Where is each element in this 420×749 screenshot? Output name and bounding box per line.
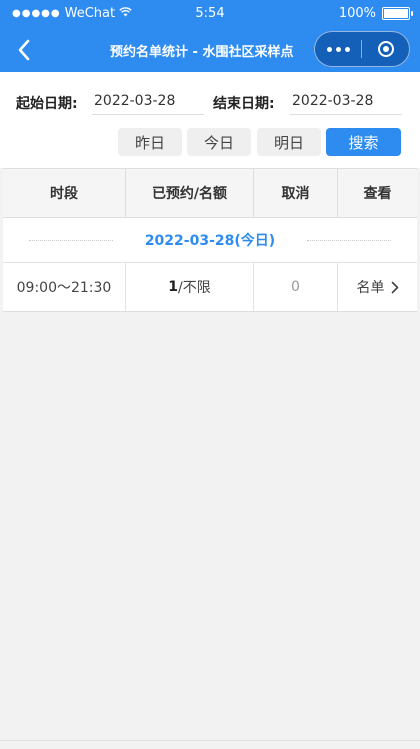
battery-fill: [384, 9, 408, 18]
divider-line-left: [29, 240, 113, 241]
battery-percent: 100%: [338, 6, 376, 21]
header-view: 查看: [363, 186, 392, 202]
tomorrow-button[interactable]: 明日: [257, 128, 321, 156]
more-dot: [344, 46, 350, 52]
app-root: ●●●●● WeChat 5:54 100% 预约名单统计 - 水围社区采样点: [0, 0, 420, 749]
date-filter-panel: 起始日期: 结束日期: 昨日 今日 明日 搜索: [0, 72, 420, 168]
nav-bar: 预约名单统计 - 水围社区采样点: [0, 28, 420, 72]
divider-line-right: [307, 240, 391, 241]
start-date-input[interactable]: [92, 88, 204, 115]
search-button[interactable]: 搜索: [326, 128, 401, 156]
date-group-label: 2022-03-28(今日): [144, 233, 276, 249]
reservation-table: 时段 已预约/名额 取消 查看 2022-03-28(今日) 09:00～21:…: [3, 168, 417, 312]
header-cancel: 取消: [254, 169, 338, 217]
end-date-label: 结束日期:: [213, 96, 275, 112]
table-header: 时段 已预约/名额 取消 查看: [3, 168, 417, 218]
period-cell: 09:00～21:30: [3, 263, 126, 311]
status-right: 100%: [338, 6, 413, 21]
table-row: 09:00～21:30 1/不限 0 名单: [3, 262, 417, 312]
target-circle-icon: [377, 41, 394, 57]
back-button[interactable]: [10, 36, 38, 64]
more-dots-icon: [326, 46, 332, 52]
view-list-link[interactable]: 名单: [338, 263, 417, 311]
booked-quota-cell: 1/不限: [126, 263, 254, 311]
page-title: 预约名单统计 - 水围社区采样点: [110, 45, 294, 60]
chevron-left-icon: [18, 39, 30, 61]
mini-program-capsule: [314, 31, 410, 67]
battery-icon: [382, 7, 413, 20]
header-period: 时段: [3, 169, 126, 217]
header-booked-quota: 已预约/名额: [126, 169, 254, 217]
booked-count: 1: [168, 279, 179, 295]
more-dot: [335, 46, 341, 52]
date-group-header: 2022-03-28(今日): [3, 218, 417, 262]
bottom-divider: [0, 740, 420, 741]
close-button[interactable]: [362, 41, 409, 57]
cancel-count-cell: 0: [254, 263, 338, 311]
chevron-right-icon: [391, 281, 398, 293]
start-date-label: 起始日期:: [16, 96, 78, 112]
yesterday-button[interactable]: 昨日: [118, 128, 182, 156]
end-date-input[interactable]: [290, 88, 402, 115]
status-bar: ●●●●● WeChat 5:54 100%: [0, 0, 420, 28]
view-list-label: 名单: [356, 280, 385, 296]
today-button[interactable]: 今日: [187, 128, 251, 156]
quota-value: /不限: [178, 280, 211, 296]
more-button[interactable]: [315, 46, 361, 52]
